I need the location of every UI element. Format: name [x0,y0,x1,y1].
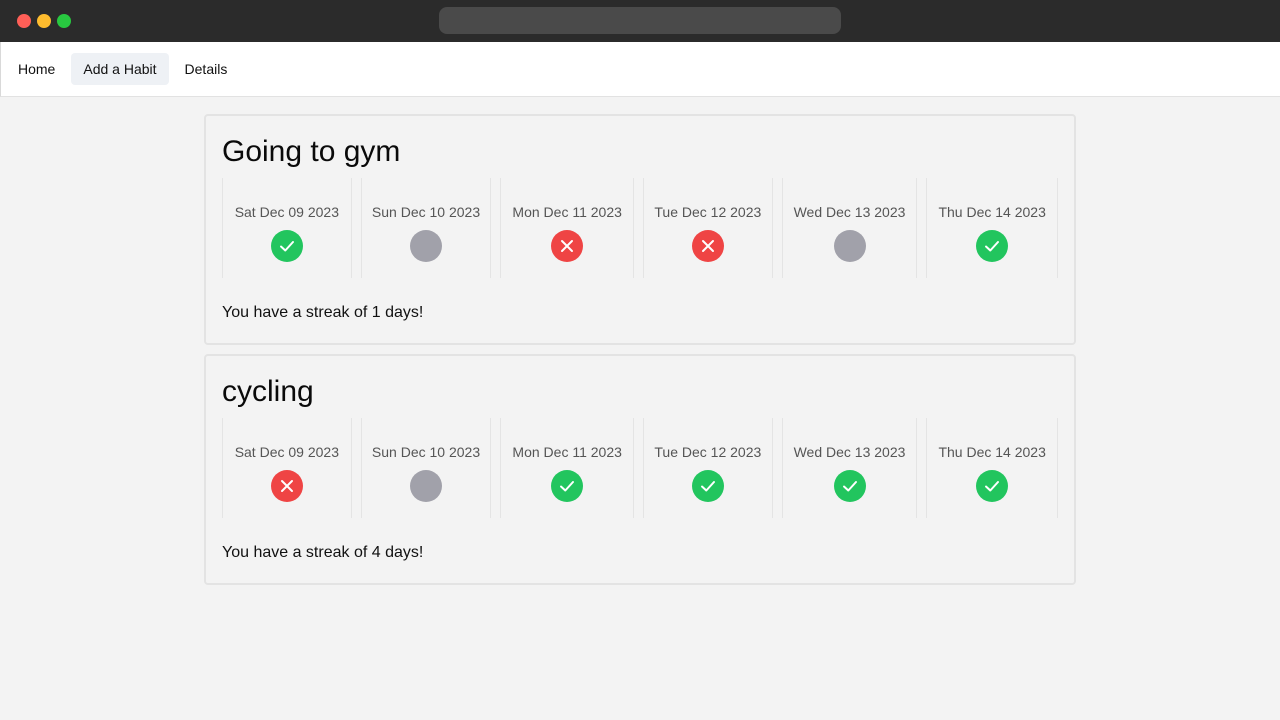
navbar: Home Add a Habit Details [0,42,1280,97]
check-icon [985,241,1000,252]
day-status-button[interactable] [270,230,303,262]
day-date-label: Sat Dec 09 2023 [234,204,339,220]
habit-list: Going to gym Sat Dec 09 2023 Sun Dec 10 … [204,114,1076,585]
day-cell: Sat Dec 09 2023 [222,178,352,278]
habit-title: cycling [222,375,314,408]
day-cell: Mon Dec 11 2023 [500,418,634,518]
nav-add-habit-link[interactable]: Add a Habit [71,53,169,85]
day-status-button[interactable] [976,470,1009,502]
check-icon [985,481,1000,492]
check-icon [279,241,294,252]
day-date-label: Wed Dec 13 2023 [793,204,906,220]
day-date-label: Mon Dec 11 2023 [512,204,622,220]
nav-details-link[interactable]: Details [173,53,240,85]
day-date-label: Sun Dec 10 2023 [371,204,481,220]
day-status-button[interactable] [410,230,442,262]
day-date-label: Sun Dec 10 2023 [371,444,481,460]
day-date-label: Sat Dec 09 2023 [234,444,339,460]
day-status-button[interactable] [691,230,724,262]
day-cell: Tue Dec 12 2023 [643,418,773,518]
day-cell: Wed Dec 13 2023 [781,418,918,518]
day-cell: Thu Dec 14 2023 [926,178,1058,278]
day-cell: Thu Dec 14 2023 [926,418,1058,518]
day-cell: Wed Dec 13 2023 [781,178,918,278]
day-status-button[interactable] [833,470,866,502]
check-icon [560,481,575,492]
window-controls [17,14,71,28]
check-icon [842,481,857,492]
close-window-button[interactable] [17,14,31,28]
minimize-window-button[interactable] [37,14,51,28]
day-date-label: Thu Dec 14 2023 [938,204,1046,220]
habit-days: Sat Dec 09 2023 Sun Dec 10 2023 Mon Dec … [222,418,1058,518]
check-icon [700,481,715,492]
day-date-label: Mon Dec 11 2023 [512,444,622,460]
day-date-label: Tue Dec 12 2023 [654,204,762,220]
day-cell: Sun Dec 10 2023 [360,178,492,278]
x-icon [701,240,714,252]
habit-card: cycling Sat Dec 09 2023 Sun Dec 10 2023 … [204,354,1076,585]
day-status-button[interactable] [976,230,1009,262]
day-cell: Mon Dec 11 2023 [500,178,634,278]
day-cell: Sat Dec 09 2023 [222,418,352,518]
day-status-button[interactable] [551,230,584,262]
day-cell: Sun Dec 10 2023 [360,418,492,518]
nav-home-link[interactable]: Home [6,53,67,85]
day-status-button[interactable] [270,470,303,502]
habit-days: Sat Dec 09 2023 Sun Dec 10 2023 Mon Dec … [222,178,1058,278]
x-icon [280,480,293,492]
streak-message: You have a streak of 4 days! [222,544,424,561]
day-date-label: Tue Dec 12 2023 [654,444,762,460]
day-status-button[interactable] [551,470,584,502]
streak-message: You have a streak of 1 days! [222,304,424,321]
maximize-window-button[interactable] [57,14,71,28]
day-date-label: Wed Dec 13 2023 [793,444,906,460]
browser-titlebar [0,0,1280,42]
habit-title: Going to gym [222,135,401,168]
x-icon [561,240,574,252]
day-status-button[interactable] [410,470,442,502]
day-status-button[interactable] [833,230,866,262]
habit-card: Going to gym Sat Dec 09 2023 Sun Dec 10 … [204,114,1076,345]
day-status-button[interactable] [691,470,724,502]
day-date-label: Thu Dec 14 2023 [938,444,1046,460]
address-bar[interactable] [439,7,841,34]
day-cell: Tue Dec 12 2023 [643,178,773,278]
